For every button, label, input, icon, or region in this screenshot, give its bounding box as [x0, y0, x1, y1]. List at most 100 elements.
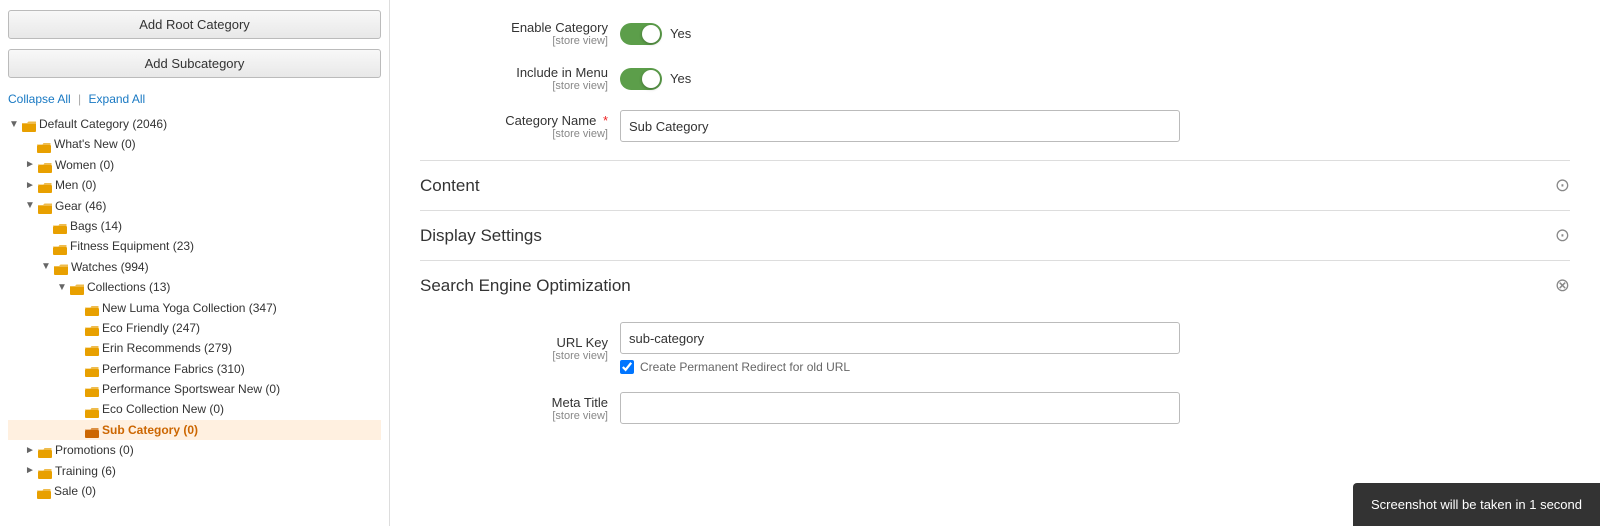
expand-icon[interactable]: ► [24, 465, 36, 477]
url-key-input[interactable] [620, 322, 1180, 354]
folder-icon [84, 342, 100, 354]
add-root-category-button[interactable]: Add Root Category [8, 10, 381, 39]
url-key-container: Create Permanent Redirect for old URL [620, 322, 1180, 374]
folder-icon [84, 383, 100, 395]
folder-icon [37, 444, 53, 456]
folder-icon [37, 159, 53, 171]
tree-item[interactable]: Eco Friendly (247) [8, 318, 381, 338]
tree-item-label: Erin Recommends (279) [102, 338, 232, 358]
enable-category-toggle[interactable] [620, 23, 662, 45]
folder-icon [53, 261, 69, 273]
expand-icon[interactable]: ► [24, 179, 36, 191]
tree-item[interactable]: Performance Sportswear New (0) [8, 379, 381, 399]
expand-icon[interactable]: ▼ [24, 200, 36, 212]
tree-item-label: Training (6) [55, 461, 116, 481]
tree-item-label: Fitness Equipment (23) [70, 236, 194, 256]
redirect-checkbox-row: Create Permanent Redirect for old URL [620, 360, 1180, 374]
enable-category-value: Yes [670, 26, 691, 41]
toast-notification: Screenshot will be taken in 1 second [1353, 483, 1600, 526]
seo-section-header: Search Engine Optimization ⊗ [420, 260, 1570, 306]
expand-icon[interactable]: ▼ [8, 118, 20, 130]
expand-all-link[interactable]: Expand All [89, 92, 146, 106]
tree-controls: Collapse All | Expand All [8, 92, 381, 106]
tree-item[interactable]: Fitness Equipment (23) [8, 236, 381, 256]
tree-item[interactable]: Eco Collection New (0) [8, 399, 381, 419]
category-name-input[interactable] [620, 110, 1180, 142]
expand-icon[interactable]: ► [24, 159, 36, 171]
tree-item[interactable]: Sub Category (0) [8, 420, 381, 440]
folder-icon [69, 281, 85, 293]
tree-item[interactable]: Bags (14) [8, 216, 381, 236]
include-menu-row: Include in Menu [store view] Yes [420, 65, 1570, 92]
category-name-label: Category Name * [store view] [420, 113, 620, 140]
enable-category-row: Enable Category [store view] Yes [420, 20, 1570, 47]
action-buttons: Add Root Category Add Subcategory [8, 10, 381, 84]
collapse-all-link[interactable]: Collapse All [8, 92, 71, 106]
meta-title-row: Meta Title [store view] [420, 392, 1570, 424]
tree-item-label: Collections (13) [87, 277, 170, 297]
folder-icon [21, 118, 37, 130]
tree-item-label: Women (0) [55, 155, 114, 175]
tree-item-label: Watches (994) [71, 257, 149, 277]
include-menu-toggle[interactable] [620, 68, 662, 90]
tree-item[interactable]: ▼ Default Category (2046) [8, 114, 381, 134]
redirect-checkbox[interactable] [620, 360, 634, 374]
tree-item-label: Sale (0) [54, 481, 96, 501]
display-settings-section-header: Display Settings ⊙ [420, 210, 1570, 256]
divider: | [78, 92, 81, 106]
enable-category-toggle-container: Yes [620, 23, 691, 45]
tree-item[interactable]: New Luma Yoga Collection (347) [8, 298, 381, 318]
tree-item[interactable]: What's New (0) [8, 134, 381, 154]
meta-title-label: Meta Title [store view] [420, 395, 620, 422]
enable-category-label: Enable Category [store view] [420, 20, 620, 47]
tree-item-label: Performance Fabrics (310) [102, 359, 245, 379]
include-menu-toggle-container: Yes [620, 68, 691, 90]
folder-icon [84, 404, 100, 416]
url-key-row: URL Key [store view] Create Permanent Re… [420, 322, 1570, 374]
redirect-label: Create Permanent Redirect for old URL [640, 360, 850, 374]
tree-item[interactable]: Erin Recommends (279) [8, 338, 381, 358]
required-indicator: * [603, 113, 608, 128]
tree-item[interactable]: ► Men (0) [8, 175, 381, 195]
tree-item[interactable]: Sale (0) [8, 481, 381, 501]
add-subcategory-button[interactable]: Add Subcategory [8, 49, 381, 78]
expand-icon[interactable]: ► [24, 444, 36, 456]
tree-item-label: Gear (46) [55, 196, 106, 216]
tree-item[interactable]: ► Women (0) [8, 155, 381, 175]
folder-icon [84, 302, 100, 314]
display-settings-title: Display Settings [420, 226, 542, 246]
content-section-header: Content ⊙ [420, 160, 1570, 206]
category-form-panel: Enable Category [store view] Yes Include… [390, 0, 1600, 526]
tree-item[interactable]: ► Promotions (0) [8, 440, 381, 460]
meta-title-input[interactable] [620, 392, 1180, 424]
folder-icon [84, 424, 100, 436]
tree-item[interactable]: Performance Fabrics (310) [8, 359, 381, 379]
content-section-toggle[interactable]: ⊙ [1555, 175, 1570, 196]
content-section-title: Content [420, 176, 480, 196]
toast-message: Screenshot will be taken in 1 second [1371, 497, 1582, 512]
tree-item-label: Promotions (0) [55, 440, 134, 460]
tree-item-label: Bags (14) [70, 216, 122, 236]
tree-item[interactable]: ▼ Watches (994) [8, 257, 381, 277]
include-menu-value: Yes [670, 71, 691, 86]
folder-icon [36, 139, 52, 151]
tree-item-label: Men (0) [55, 175, 96, 195]
tree-item-label: What's New (0) [54, 134, 136, 154]
seo-toggle[interactable]: ⊗ [1555, 275, 1570, 296]
folder-icon [36, 485, 52, 497]
folder-icon [37, 179, 53, 191]
folder-icon [37, 200, 53, 212]
category-name-row: Category Name * [store view] [420, 110, 1570, 142]
expand-icon[interactable]: ▼ [56, 281, 68, 293]
seo-title: Search Engine Optimization [420, 276, 631, 296]
folder-icon [84, 322, 100, 334]
tree-item-label: Eco Friendly (247) [102, 318, 200, 338]
url-key-label: URL Key [store view] [420, 335, 620, 362]
display-settings-toggle[interactable]: ⊙ [1555, 225, 1570, 246]
folder-icon [37, 465, 53, 477]
tree-item-label: Default Category (2046) [39, 114, 167, 134]
tree-item[interactable]: ► Training (6) [8, 461, 381, 481]
tree-item[interactable]: ▼ Gear (46) [8, 196, 381, 216]
expand-icon[interactable]: ▼ [40, 261, 52, 273]
tree-item[interactable]: ▼ Collections (13) [8, 277, 381, 297]
